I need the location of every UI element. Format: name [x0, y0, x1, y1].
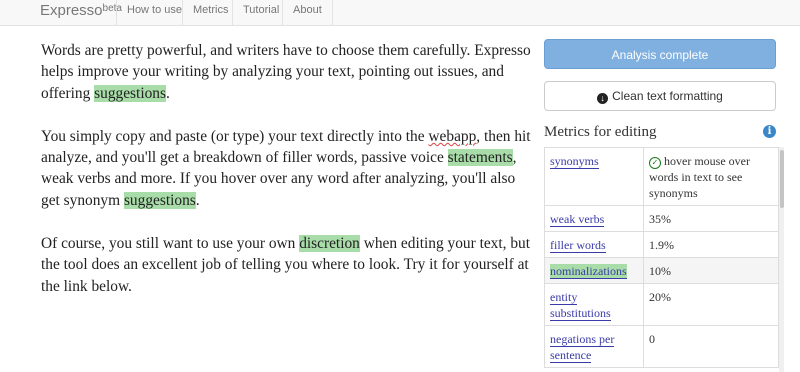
brand-logo[interactable]: Expressobeta [40, 0, 122, 25]
nav-metrics[interactable]: Metrics [182, 0, 238, 25]
metric-link-negations-per-sentence[interactable]: negations per sentence [550, 332, 615, 363]
metric-link-filler-words[interactable]: filler words [550, 238, 606, 253]
analysis-complete-button[interactable]: Analysis complete [544, 39, 776, 69]
table-row: negations per sentence 0 [544, 325, 779, 368]
nav-how-to-use[interactable]: How to use [116, 0, 192, 25]
paragraph-1: Words are pretty powerful, and writers h… [41, 42, 531, 102]
metrics-title: Metrics for editing [544, 124, 657, 140]
paragraph-2: You simply copy and paste (or type) your… [41, 127, 531, 209]
download-icon: ↓ [597, 93, 609, 104]
clean-text-formatting-button[interactable]: ↓ Clean text formatting [544, 81, 776, 111]
nav-about[interactable]: About [282, 0, 333, 25]
metric-link-weak-verbs[interactable]: weak verbs [550, 212, 605, 227]
metric-value: 0 [643, 325, 779, 368]
editor-text[interactable]: Words are pretty powerful, and writers h… [41, 40, 531, 319]
metric-value: 35% [643, 205, 779, 232]
metric-value: 20% [643, 283, 779, 326]
metric-value: 10% [643, 257, 779, 284]
metric-link-entity-substitutions[interactable]: entity substitutions [550, 290, 611, 321]
highlight-word[interactable]: suggestions [123, 191, 196, 209]
metrics-table: synonyms ✓ hover mouse over words in text… [544, 147, 779, 368]
metrics-scrollbar-thumb[interactable] [780, 150, 784, 208]
metric-value: 1.9% [643, 231, 779, 258]
navbar: Expressobeta How to use Metrics Tutorial… [0, 0, 800, 26]
nav-tutorial[interactable]: Tutorial [232, 0, 289, 25]
table-row: synonyms ✓ hover mouse over words in text… [544, 147, 779, 206]
highlight-word[interactable]: suggestions [94, 84, 166, 102]
highlight-word[interactable]: discretion [299, 235, 360, 253]
table-row: nominalizations 10% [544, 257, 779, 284]
paragraph-3: Of course, you still want to use your ow… [41, 235, 531, 295]
info-icon[interactable]: i [763, 125, 776, 138]
metric-link-nominalizations[interactable]: nominalizations [550, 264, 627, 279]
metric-link-synonyms[interactable]: synonyms [550, 154, 599, 169]
misspelled-word[interactable]: webapp [428, 128, 476, 145]
check-circle-icon: ✓ [649, 157, 661, 169]
table-row: filler words 1.9% [544, 231, 779, 258]
table-row: weak verbs 35% [544, 205, 779, 232]
highlight-word[interactable]: statements [447, 149, 513, 167]
table-row: entity substitutions 20% [544, 283, 779, 326]
